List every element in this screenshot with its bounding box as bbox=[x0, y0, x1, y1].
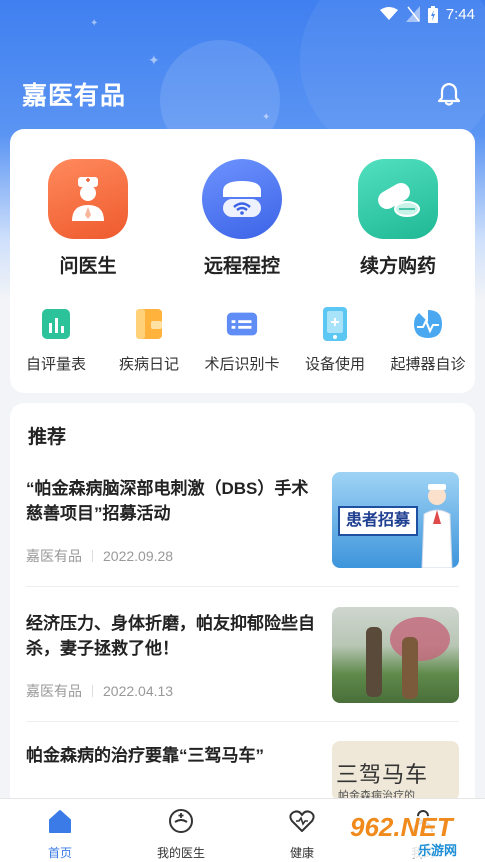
feature-refill-medicine[interactable]: 续方购药 bbox=[338, 159, 458, 278]
doctor-icon bbox=[48, 159, 128, 239]
battery-icon bbox=[427, 5, 438, 23]
tool-postop-card[interactable]: 术后识别卡 bbox=[194, 307, 290, 374]
wifi-icon bbox=[379, 7, 398, 20]
heart-icon bbox=[289, 810, 315, 832]
star-icon: ✦ bbox=[148, 52, 160, 68]
tool-label: 起搏器自诊 bbox=[390, 356, 466, 373]
recommend-section: 推荐 “帕金森病脑深部电刺激（DBS）手术慈善项目”招募活动 嘉医有品 2022.… bbox=[10, 403, 475, 823]
signal-icon bbox=[405, 6, 420, 22]
bell-icon[interactable] bbox=[435, 80, 463, 108]
app-header: 嘉医有品 bbox=[0, 72, 485, 116]
tool-label: 自评量表 bbox=[25, 356, 86, 373]
feature-row: 问医生 远程程控 续方购药 bbox=[10, 159, 475, 279]
article-date: 2022.09.28 bbox=[103, 548, 174, 564]
article-thumbnail: 三驾马车 帕金森病治疗的 bbox=[332, 741, 459, 801]
watermark-subtext: 乐游网 bbox=[418, 843, 458, 858]
nav-label: 首页 bbox=[47, 846, 72, 860]
thumb-banner: 患者招募 bbox=[338, 506, 418, 536]
watermark-logo: 962.NET 乐游网 bbox=[346, 810, 481, 858]
divider bbox=[26, 586, 459, 587]
watermark-text: 962.NET bbox=[350, 812, 453, 842]
status-bar: 7:44 bbox=[0, 0, 485, 28]
article-date: 2022.04.13 bbox=[103, 683, 174, 699]
feature-ask-doctor[interactable]: 问医生 bbox=[28, 159, 148, 278]
article-source: 嘉医有品 bbox=[26, 548, 82, 564]
doctor-figure bbox=[421, 484, 453, 568]
article-thumbnail: 患者招募 bbox=[332, 472, 459, 568]
pacemaker-icon bbox=[411, 307, 445, 341]
pill-icon bbox=[358, 159, 438, 239]
article-item[interactable]: “帕金森病脑深部电刺激（DBS）手术慈善项目”招募活动 嘉医有品 2022.09.… bbox=[26, 472, 459, 572]
tool-device-usage[interactable]: 设备使用 bbox=[287, 307, 383, 374]
status-time: 7:44 bbox=[445, 5, 475, 23]
doctor-face-icon bbox=[169, 809, 193, 833]
feature-label: 问医生 bbox=[59, 256, 117, 277]
tool-row: 自评量表 疾病日记 术后识别卡 设备使用 起搏器自诊 bbox=[10, 307, 475, 377]
feature-label: 远程程控 bbox=[203, 256, 280, 277]
tool-pacemaker-check[interactable]: 起搏器自诊 bbox=[380, 307, 476, 374]
device-icon bbox=[318, 307, 352, 341]
article-item[interactable]: 经济压力、身体折磨，帕友抑郁险些自杀，妻子拯救了他！ 嘉医有品 2022.04.1… bbox=[26, 607, 459, 707]
thumb-text: 患者招募 bbox=[345, 512, 410, 529]
diary-icon bbox=[132, 307, 166, 341]
tool-self-assessment[interactable]: 自评量表 bbox=[8, 307, 104, 374]
home-icon bbox=[49, 810, 71, 833]
article-title: 经济压力、身体折磨，帕友抑郁险些自杀，妻子拯救了他！ bbox=[26, 614, 315, 658]
thumb-text: 三驾马车 bbox=[336, 762, 429, 787]
article-meta: 嘉医有品 2022.09.28 bbox=[26, 546, 173, 566]
feature-remote-control[interactable]: 远程程控 bbox=[182, 159, 302, 278]
divider bbox=[26, 721, 459, 722]
tool-label: 设备使用 bbox=[304, 356, 365, 373]
app-title: 嘉医有品 bbox=[22, 82, 127, 110]
tool-label: 术后识别卡 bbox=[204, 356, 280, 373]
article-source: 嘉医有品 bbox=[26, 683, 82, 699]
tree-blossom bbox=[390, 617, 450, 661]
article-title: 帕金森病的治疗要靠“三驾马车” bbox=[26, 746, 264, 765]
article-meta: 嘉医有品 2022.04.13 bbox=[26, 681, 173, 701]
feature-card: 问医生 远程程控 续方购药 自评量表 疾病日记 术后识别卡 设备使用 起搏器自诊 bbox=[10, 129, 475, 393]
nav-label: 我的医生 bbox=[156, 846, 205, 860]
feature-label: 续方购药 bbox=[359, 256, 436, 277]
nav-home[interactable]: 首页 bbox=[12, 807, 108, 861]
nav-my-doctor[interactable]: 我的医生 bbox=[133, 807, 229, 861]
article-thumbnail bbox=[332, 607, 459, 703]
id-card-icon bbox=[225, 307, 259, 341]
section-title: 推荐 bbox=[28, 427, 67, 448]
nav-health[interactable]: 健康 bbox=[254, 807, 350, 861]
chart-icon bbox=[39, 307, 73, 341]
article-title: “帕金森病脑深部电刺激（DBS）手术慈善项目”招募活动 bbox=[26, 479, 309, 523]
person-figure bbox=[366, 627, 382, 697]
nav-label: 健康 bbox=[289, 846, 314, 860]
remote-control-icon bbox=[202, 159, 282, 239]
tool-label: 疾病日记 bbox=[118, 356, 179, 373]
person-figure bbox=[402, 637, 418, 699]
tool-disease-diary[interactable]: 疾病日记 bbox=[101, 307, 197, 374]
